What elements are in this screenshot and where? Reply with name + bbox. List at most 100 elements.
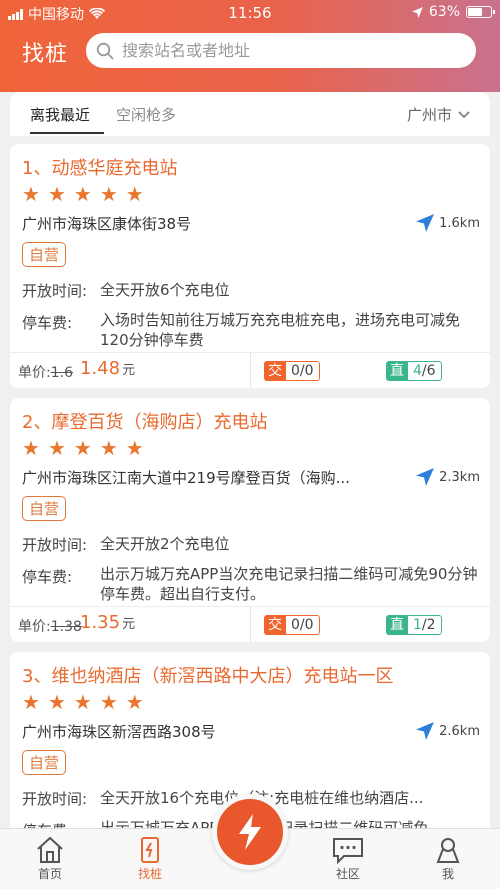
star-icon: ★: [99, 690, 118, 714]
quick-charge-button[interactable]: [212, 794, 288, 870]
price-label: 单价:1.38: [18, 619, 82, 635]
hours-value: 全天开放16个充电位（注:充电桩在维也纳酒店...: [100, 788, 480, 808]
rating-stars: ★ ★ ★ ★ ★: [22, 184, 144, 204]
ac-label: 交: [264, 361, 286, 381]
star-icon: ★: [99, 182, 118, 206]
dc-label: 直: [386, 361, 408, 381]
rating-stars: ★ ★ ★ ★ ★: [22, 438, 144, 458]
sort-tabs: 离我最近 空闲枪多 广州市: [10, 92, 490, 136]
status-bar: 中国移动 11:56 63%: [0, 0, 500, 24]
dc-count: 1/2: [408, 615, 442, 635]
self-operated-tag: 自营: [22, 242, 67, 267]
star-icon: ★: [125, 182, 144, 206]
home-icon: [37, 836, 63, 863]
hours-value: 全天开放2个充电位: [100, 535, 230, 553]
search-input[interactable]: [122, 41, 452, 60]
city-selector[interactable]: 广州市: [407, 104, 470, 125]
user-icon: [436, 838, 460, 863]
distance-navigate[interactable]: 2.3km: [415, 467, 480, 487]
star-icon: ★: [73, 690, 92, 714]
star-icon: ★: [73, 182, 92, 206]
price-label: 单价:1.6: [18, 365, 73, 381]
old-price: 1.6: [50, 365, 73, 381]
location-arrow-icon: [411, 6, 423, 18]
nav-home[interactable]: 首页: [20, 835, 80, 882]
battery-percent: 63%: [428, 4, 460, 20]
star-icon: ★: [22, 436, 40, 460]
ac-charger-badge: 交 0/0: [264, 615, 320, 635]
star-icon: ★: [73, 436, 92, 460]
navigation-arrow-icon: [416, 214, 435, 232]
charging-pile-icon: [141, 837, 159, 863]
dc-charger-badge: 直 1/2: [386, 615, 442, 635]
city-label: 广州市: [406, 106, 452, 124]
old-price: 1.38: [50, 619, 82, 635]
self-operated-tag: 自营: [22, 750, 67, 775]
nav-home-label: 首页: [37, 867, 62, 881]
star-icon: ★: [22, 182, 40, 206]
nav-find-pile[interactable]: 找桩: [120, 835, 180, 882]
ac-count: 0/0: [286, 361, 320, 381]
app-header: 中国移动 11:56 63% 找桩: [0, 0, 500, 92]
dc-charger-badge: 直 4/6: [386, 361, 442, 381]
distance-value: 2.3km: [439, 469, 480, 485]
tab-nearest[interactable]: 离我最近: [30, 104, 90, 125]
star-icon: ★: [99, 436, 118, 460]
ac-label: 交: [264, 615, 286, 635]
parking-label: 停车费:: [22, 314, 73, 332]
page-title: 找桩: [22, 42, 69, 67]
navigation-arrow-icon: [416, 468, 435, 486]
ac-charger-badge: 交 0/0: [264, 361, 320, 381]
tab-underline: [30, 132, 104, 134]
star-icon: ★: [47, 690, 66, 714]
card-footer: 单价:1.6 1.48 元 交 0/0 直 4/6: [10, 352, 490, 388]
dc-label: 直: [386, 615, 408, 635]
star-icon: ★: [47, 182, 66, 206]
station-name: 3、维也纳酒店（新滘西路中大店）充电站一区: [22, 666, 394, 687]
distance-navigate[interactable]: 1.6km: [415, 213, 480, 233]
rating-stars: ★ ★ ★ ★ ★: [22, 692, 144, 712]
nav-find-pile-label: 找桩: [137, 867, 162, 881]
nav-me[interactable]: 我: [418, 835, 478, 882]
distance-navigate[interactable]: 2.6km: [415, 721, 480, 741]
footer-divider: [250, 353, 251, 388]
nav-me-label: 我: [441, 867, 454, 881]
hours-label: 开放时间:: [22, 282, 88, 300]
station-name: 2、摩登百货（海购店）充电站: [22, 412, 268, 433]
station-card[interactable]: 2、摩登百货（海购店）充电站 ★ ★ ★ ★ ★ 广州市海珠区江南大道中219号摩登百货…: [10, 398, 490, 642]
parking-label: 停车费:: [22, 568, 73, 586]
parking-value: 出示万城万充APP当次充电记录扫描二维码可减免90分钟停车费。超出自行支付。: [100, 565, 478, 603]
nav-community[interactable]: 社区: [318, 835, 378, 882]
hours-value: 全天开放6个充电位: [100, 281, 230, 299]
station-card[interactable]: 1、动感华庭充电站 ★ ★ ★ ★ ★ 广州市海珠区康体街38号 1.6km 自营 开放…: [10, 144, 490, 388]
hours-label: 开放时间:: [22, 536, 88, 554]
station-address: 广州市海珠区康体街38号: [22, 215, 192, 233]
status-right: 63%: [411, 4, 495, 20]
station-name: 1、动感华庭充电站: [22, 158, 178, 179]
star-icon: ★: [125, 436, 144, 460]
dc-count: 4/6: [408, 361, 442, 381]
star-icon: ★: [125, 690, 144, 714]
distance-value: 1.6km: [439, 215, 480, 231]
star-icon: ★: [22, 690, 40, 714]
tab-most-free[interactable]: 空闲枪多: [116, 104, 176, 125]
star-icon: ★: [47, 436, 66, 460]
navigation-arrow-icon: [416, 722, 435, 740]
battery-icon: [466, 6, 495, 18]
chevron-down-icon: [458, 110, 470, 118]
chat-bubble-icon: [333, 838, 363, 864]
footer-divider: [250, 607, 251, 642]
self-operated-tag: 自营: [22, 496, 67, 521]
price-value: 1.35 元: [80, 612, 136, 633]
distance-value: 2.6km: [439, 723, 480, 739]
nav-community-label: 社区: [335, 867, 360, 881]
parking-value: 入场时告知前往万城万充充电桩充电，进场充电可减免120分钟停车费: [100, 311, 461, 349]
station-address: 广州市海珠区新滘西路308号: [22, 723, 216, 741]
lightning-icon: [239, 814, 261, 850]
price-value: 1.48 元: [80, 358, 136, 379]
search-bar[interactable]: [86, 33, 476, 68]
hours-label: 开放时间:: [22, 790, 88, 808]
card-footer: 单价:1.38 1.35 元 交 0/0 直 1/2: [10, 606, 490, 642]
search-icon: [96, 42, 114, 59]
ac-count: 0/0: [286, 615, 320, 635]
